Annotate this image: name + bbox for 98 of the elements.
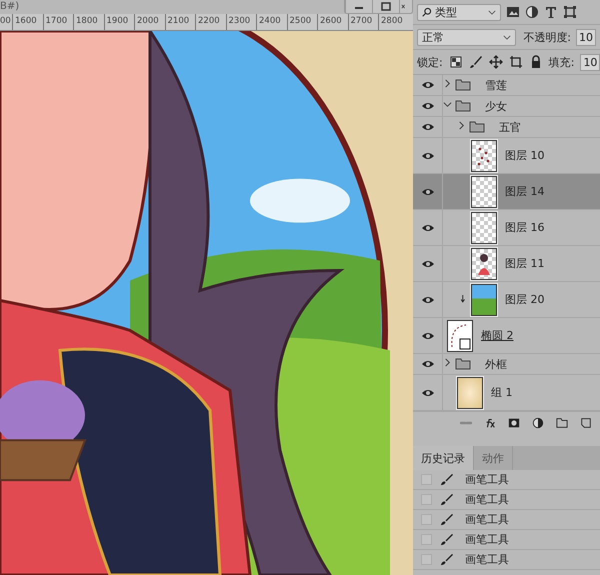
folder-icon [455,79,471,91]
shape-filter-icon[interactable] [563,5,577,19]
eye-icon[interactable] [420,186,434,196]
type-filter-icon[interactable] [544,5,558,19]
ruler-label: 2100 [164,14,195,30]
folder-icon [455,358,471,370]
checkbox[interactable] [421,494,432,505]
eye-icon[interactable] [420,330,434,340]
history-item[interactable]: 画笔工具 [413,530,600,550]
ruler-label: 1900 [104,14,134,30]
ruler-label: 1600 [12,14,42,30]
blend-mode-dropdown[interactable]: 正常 [417,28,516,46]
history-item[interactable]: 画笔工具 [413,510,600,530]
history-item[interactable]: 画笔工具 [413,550,600,570]
checkbox[interactable] [421,474,432,485]
image-filter-icon[interactable] [506,5,520,19]
opacity-field[interactable]: 10 [576,28,596,46]
new-layer-icon[interactable] [580,417,592,429]
layer-name[interactable]: 少女 [485,98,507,114]
layer-row[interactable]: 图层 16 [413,210,600,246]
fx-icon[interactable] [484,417,496,429]
layer-row[interactable]: 少女 [413,96,600,117]
layer-row[interactable]: 组 1 [413,375,600,411]
folder-icon[interactable] [556,417,568,429]
layer-name[interactable]: 图层 10 [505,148,544,163]
ruler-label: 2700 [348,14,378,30]
panel-tab[interactable]: 历史记录 [413,446,474,470]
landscape-thumbnail [471,284,497,316]
caret-icon [503,34,512,40]
layer-name[interactable]: 图层 20 [505,292,544,307]
brush-icon [440,513,453,526]
layer-row[interactable]: 图层 14 [413,174,600,210]
lock-label: 锁定: [417,54,443,70]
layer-name[interactable]: 椭圆 2 [481,328,514,343]
ruler-label: 2300 [226,14,256,30]
history-item[interactable]: 画笔工具 [413,490,600,510]
layer-row[interactable]: 雪莲 [413,75,600,96]
brush-icon [440,493,453,506]
eye-icon[interactable] [420,294,434,304]
ruler-label: 00 [0,15,12,28]
ruler-label: 1700 [42,14,73,30]
ruler-label: 1800 [73,14,104,30]
shape-thumbnail [447,320,473,352]
document-title: B#) [0,0,20,13]
paper-thumbnail [457,376,483,408]
layer-row[interactable]: 椭圆 2 [413,318,600,354]
adjustment-icon[interactable] [532,417,544,429]
checkbox[interactable] [421,534,432,545]
opacity-label: 不透明度: [523,30,571,44]
ruler-label: 2200 [195,14,226,30]
layer-name[interactable]: 图层 11 [505,256,544,271]
checkerboard-icon[interactable] [448,55,463,69]
ruler-label: 2800 [378,14,408,30]
layer-thumbnail [471,140,497,172]
mask-icon[interactable] [508,417,520,429]
eye-icon[interactable] [420,122,434,132]
folder-icon [469,121,485,133]
eye-icon[interactable] [420,80,434,90]
layer-name[interactable]: 外框 [485,356,507,372]
move-icon[interactable] [488,55,503,69]
layer-thumbnail [471,176,497,208]
ruler-label: 2600 [317,14,348,30]
adjustment-filter-icon[interactable] [525,5,539,19]
layer-name[interactable]: 图层 14 [505,184,544,199]
layer-thumbnail [471,248,497,280]
layer-name[interactable]: 雪莲 [485,78,507,92]
checkbox[interactable] [421,554,432,565]
fill-field[interactable]: 10 [580,54,600,70]
brush-icon [440,473,453,486]
layer-name[interactable]: 五官 [499,120,521,134]
brush-icon [440,553,453,566]
brush-icon [440,533,453,546]
brush-icon[interactable] [468,55,483,69]
layer-name[interactable]: 组 1 [491,385,512,400]
search-icon [422,7,432,17]
folder-icon [455,100,471,112]
filter-dropdown[interactable]: 类型 [417,4,501,20]
eye-icon[interactable] [420,150,434,160]
ruler-label: 2400 [256,14,286,30]
ruler-label: 2500 [286,14,317,30]
caret-icon [488,10,496,14]
layer-row[interactable]: 图层 20 [413,282,600,318]
layer-thumbnail [471,212,497,244]
layer-row[interactable]: 图层 11 [413,246,600,282]
history-item[interactable]: 画笔工具 [413,470,600,490]
ruler-label: 2000 [134,14,164,30]
layer-row[interactable]: 五官 [413,117,600,138]
layer-name[interactable]: 图层 16 [505,220,544,235]
crop-icon[interactable] [508,55,523,69]
eye-icon[interactable] [420,101,434,111]
layer-row[interactable]: 外框 [413,354,600,375]
eye-icon[interactable] [420,258,434,268]
layer-row[interactable]: 图层 10 [413,138,600,174]
fill-label: 填充: [548,54,574,70]
checkbox[interactable] [421,514,432,525]
eye-icon[interactable] [420,388,434,398]
eye-icon[interactable] [420,222,434,232]
eye-icon[interactable] [420,359,434,369]
